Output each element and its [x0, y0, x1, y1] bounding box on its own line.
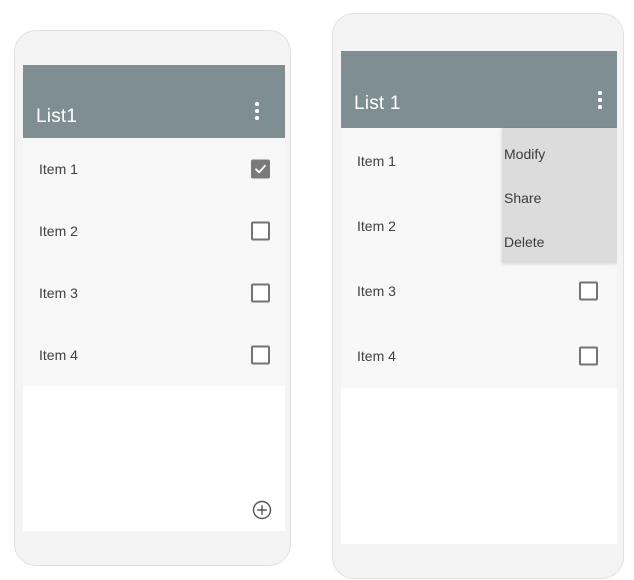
item-label: Item 2 [357, 217, 396, 234]
menu-item-modify[interactable]: Modify [504, 146, 545, 162]
checkbox[interactable] [251, 283, 270, 303]
checkbox[interactable] [251, 221, 270, 241]
list-title: List 1 [354, 93, 401, 114]
app-bar: List1 [23, 65, 285, 138]
list-item[interactable]: Item 4 [341, 323, 617, 388]
checkbox[interactable] [579, 346, 598, 365]
list-item[interactable]: Item 1 [23, 138, 285, 200]
item-label: Item 2 [39, 223, 78, 239]
item-label: Item 1 [39, 161, 78, 177]
menu-item-delete[interactable]: Delete [504, 234, 544, 250]
list-item[interactable]: Item 4 [23, 324, 285, 386]
mockup-stage: List1 Item 1 Item 2 Item 3 Item 4 List 1… [0, 0, 634, 580]
more-vertical-icon[interactable] [588, 85, 612, 115]
item-label: Item 4 [39, 347, 78, 363]
app-bar: List 1 [341, 51, 617, 128]
item-label: Item 3 [357, 282, 396, 299]
list-screen-left: List1 Item 1 Item 2 Item 3 Item 4 [23, 65, 285, 531]
list-screen-right: List 1 Item 1 Item 2 Item 3 Item 4 Modif… [341, 51, 617, 544]
list-item[interactable]: Item 2 [23, 200, 285, 262]
item-label: Item 4 [357, 347, 396, 364]
menu-item-share[interactable]: Share [504, 190, 541, 206]
phone-right: List 1 Item 1 Item 2 Item 3 Item 4 Modif… [332, 13, 624, 579]
item-label: Item 1 [357, 152, 396, 169]
checkbox[interactable] [251, 345, 270, 365]
overflow-menu: Modify Share Delete [502, 128, 617, 263]
item-list: Item 1 Item 2 Item 3 Item 4 [23, 138, 285, 386]
more-vertical-icon[interactable] [245, 96, 269, 126]
list-title: List1 [36, 106, 78, 127]
checkbox-checked[interactable] [251, 159, 270, 179]
check-icon [255, 164, 266, 174]
item-label: Item 3 [39, 285, 78, 301]
checkbox[interactable] [579, 281, 598, 300]
plus-circle-icon[interactable] [251, 499, 273, 521]
list-item[interactable]: Item 3 [23, 262, 285, 324]
list-item[interactable]: Item 3 [341, 258, 617, 323]
phone-left: List1 Item 1 Item 2 Item 3 Item 4 [14, 30, 291, 566]
